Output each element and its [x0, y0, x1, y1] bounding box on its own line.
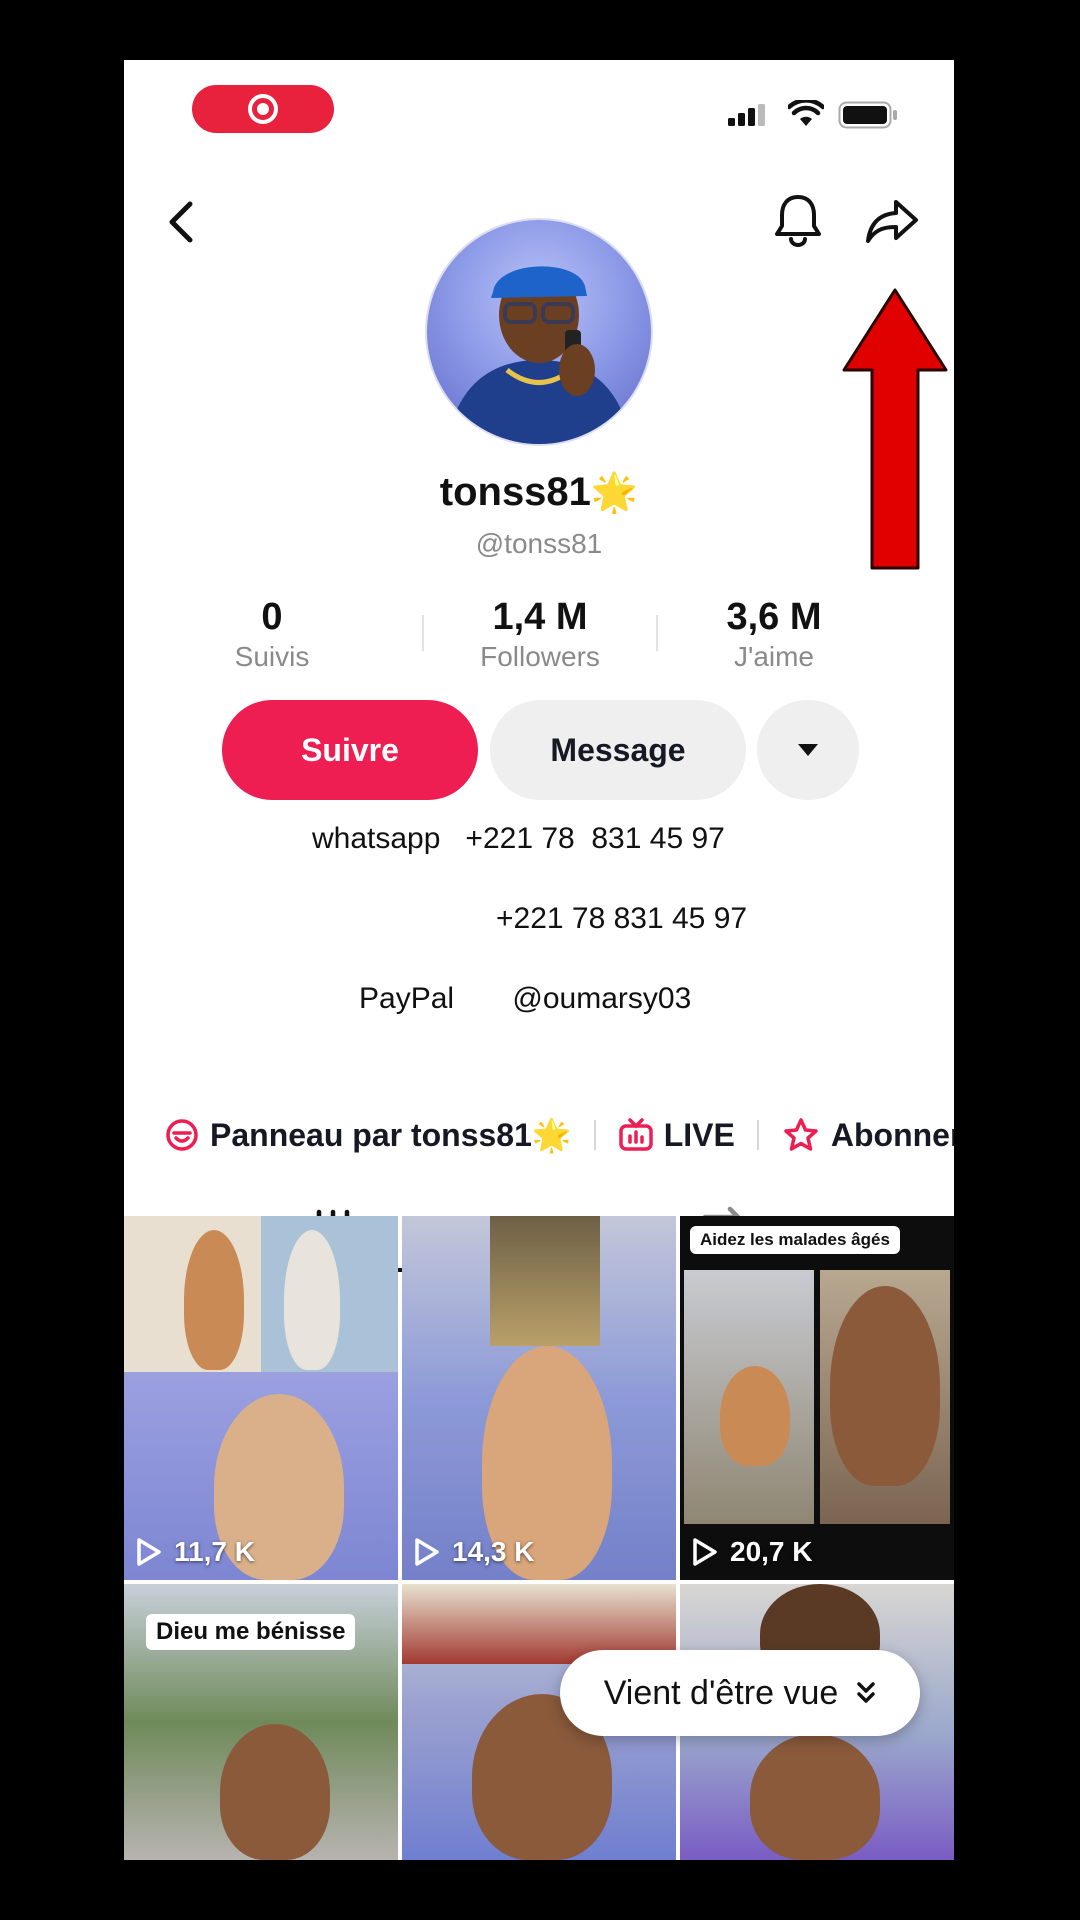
- display-name-text: tonss81: [439, 470, 591, 514]
- likes-count: 3,6 M: [726, 596, 822, 638]
- battery-icon: [838, 101, 897, 129]
- stat-followers[interactable]: 1,4 M Followers: [440, 595, 640, 675]
- message-button[interactable]: Message: [490, 700, 746, 800]
- bio-phone: +221 78 831 45 97: [496, 902, 748, 935]
- bio-paypal: PayPal @oumarsy03: [359, 982, 692, 1015]
- view-count: 20,7 K: [692, 1536, 813, 1568]
- play-icon: [415, 1538, 439, 1566]
- chevron-left-icon: [169, 201, 193, 243]
- star-badge-icon: 🌟: [531, 1117, 572, 1153]
- stat-following[interactable]: 0 Suivis: [172, 595, 372, 675]
- recently-viewed-button[interactable]: Vient d'être vue: [560, 1650, 920, 1736]
- view-count: 14,3 K: [414, 1536, 535, 1568]
- share-button[interactable]: [864, 196, 920, 251]
- likes-label: J'aime: [733, 641, 815, 672]
- live-tv-icon: [618, 1118, 653, 1151]
- link-divider: [593, 1120, 596, 1150]
- panel-icon: [166, 1119, 198, 1151]
- following-label: Suivis: [234, 641, 310, 672]
- following-count: 0: [261, 596, 283, 638]
- followers-count: 1,4 M: [492, 596, 588, 638]
- play-icon: [693, 1538, 717, 1566]
- more-options-button[interactable]: [757, 700, 859, 800]
- video-thumbnail[interactable]: Dieu me bénisse: [124, 1584, 398, 1860]
- view-count-text: 11,7 K: [174, 1536, 255, 1567]
- live-link[interactable]: LIVE: [618, 1117, 735, 1154]
- back-button[interactable]: [164, 200, 198, 249]
- live-link-label: LIVE: [663, 1116, 735, 1153]
- phone-screen: tonss81🌟 @tonss81 0 Suivis 1,4 M Followe…: [124, 60, 954, 1860]
- recently-viewed-label: Vient d'être vue: [603, 1673, 839, 1712]
- caret-down-icon: [798, 744, 818, 756]
- double-chevron-down-icon: [857, 1682, 876, 1703]
- stat-divider: [422, 615, 424, 651]
- bell-icon: [775, 195, 821, 247]
- share-arrow-icon: [866, 200, 918, 243]
- profile-avatar[interactable]: [427, 220, 651, 444]
- stat-divider: [656, 615, 658, 651]
- video-caption: Aidez les malades âgés: [690, 1226, 900, 1254]
- view-count-text: 20,7 K: [730, 1536, 813, 1567]
- view-count-text: 14,3 K: [452, 1536, 535, 1567]
- username: @tonss81: [475, 528, 603, 559]
- profile-stats: 0 Suivis 1,4 M Followers 3,6 M J'aime: [124, 595, 954, 675]
- follow-button[interactable]: Suivre: [222, 700, 478, 800]
- video-thumbnail[interactable]: 11,7 K: [124, 1216, 398, 1580]
- profile-links-row: Panneau par tonss81🌟 LIVE Abonnem: [164, 1110, 954, 1160]
- video-grid: 11,7 K 14,3 K Aidez les malades âgés 20,…: [124, 1216, 954, 1860]
- wifi-icon: [788, 100, 824, 126]
- video-thumbnail[interactable]: 14,3 K: [402, 1216, 676, 1580]
- subscribe-link[interactable]: Abonnem: [781, 1117, 954, 1154]
- play-icon: [137, 1538, 161, 1566]
- video-thumbnail[interactable]: Aidez les malades âgés 20,7 K: [680, 1216, 954, 1580]
- status-bar: [124, 60, 954, 160]
- screen-record-icon: [248, 94, 278, 124]
- video-caption: Dieu me bénisse: [146, 1614, 356, 1650]
- link-divider: [756, 1120, 759, 1150]
- bio-whatsapp: whatsapp +221 78 831 45 97: [312, 822, 725, 855]
- notification-button[interactable]: [772, 192, 824, 253]
- display-name: tonss81🌟: [124, 470, 954, 515]
- screen-record-indicator[interactable]: [192, 85, 334, 133]
- view-count: 11,7 K: [136, 1536, 255, 1568]
- avatar-photo: [447, 266, 631, 444]
- star-badge-icon: 🌟: [590, 472, 639, 514]
- panel-link[interactable]: Panneau par tonss81 🌟: [164, 1116, 572, 1154]
- panel-link-label: Panneau par tonss81: [210, 1116, 532, 1153]
- cellular-signal-icon: [728, 104, 765, 126]
- followers-label: Followers: [480, 641, 600, 672]
- subscribe-star-icon: [784, 1118, 818, 1151]
- stat-likes[interactable]: 3,6 M J'aime: [674, 595, 874, 675]
- subscribe-link-label: Abonnem: [830, 1116, 954, 1153]
